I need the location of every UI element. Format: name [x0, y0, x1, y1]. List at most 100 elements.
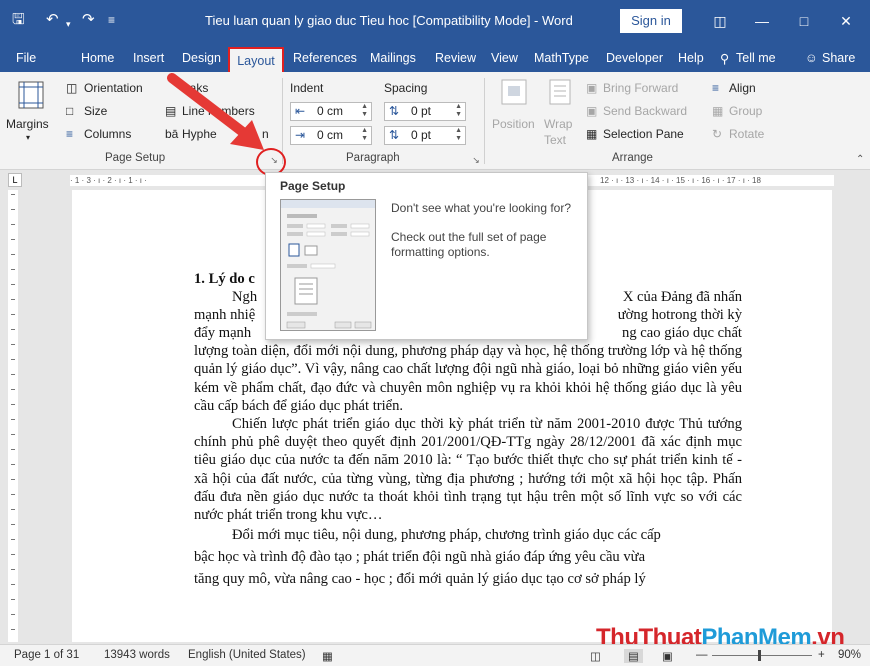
maximize-icon[interactable]: □ — [784, 6, 824, 36]
vruler-tick — [11, 509, 15, 510]
send-backward-button[interactable]: Send Backward — [603, 103, 687, 119]
close-icon[interactable]: ✕ — [826, 6, 866, 36]
zoom-slider-thumb[interactable] — [758, 650, 761, 661]
text-line: bậc học và trình độ đào tạo ; phát triển… — [194, 549, 646, 566]
vruler-tick — [11, 224, 15, 225]
vruler-tick — [11, 374, 15, 375]
paragraph-dialog-launcher-icon[interactable]: ↘ — [470, 154, 482, 166]
ribbon-tabs: File Home Insert Design Layout Reference… — [0, 44, 870, 72]
selection-pane-icon: ▦ — [586, 127, 598, 141]
vruler-tick — [11, 494, 15, 495]
ribbon: Margins ▾ ◫ Orientation □ Size ≡ Columns… — [0, 72, 870, 170]
ribbon-display-options-icon[interactable]: ◫ — [700, 6, 740, 36]
word-count[interactable]: 13943 words — [104, 649, 170, 661]
indent-left-input[interactable]: ⇤ 0 cm ▲ ▼ — [290, 102, 372, 121]
vruler-tick — [11, 329, 15, 330]
tooltip-title: Page Setup — [280, 179, 346, 193]
ruler-ticks-left: · 1 · 3 · ı · 2 · ı · 1 · ı · — [70, 176, 147, 185]
vruler-tick — [11, 209, 15, 210]
vruler-tick — [11, 584, 15, 585]
vruler-tick — [11, 194, 15, 195]
customize-toolbar-icon[interactable]: ≡ — [108, 10, 115, 30]
sign-in-button[interactable]: Sign in — [620, 9, 682, 33]
annotation-arrow — [167, 73, 264, 150]
spinner-icon[interactable]: ▲ ▼ — [361, 103, 368, 119]
tab-view[interactable]: View — [491, 51, 518, 65]
paragraph: lượng toàn diện, đổi mới nội dung, phươn… — [194, 343, 742, 414]
zoom-out-icon[interactable]: — — [696, 649, 708, 661]
share-icon[interactable]: ☺ — [805, 51, 818, 65]
vruler-tick — [11, 359, 15, 360]
share-button[interactable]: Share — [822, 51, 855, 65]
read-mode-icon[interactable]: ◫ — [590, 649, 601, 663]
zoom-slider[interactable] — [712, 655, 812, 656]
vruler-tick — [11, 299, 15, 300]
page-setup-tooltip: Page Setup Don't see what you're looking… — [265, 172, 588, 340]
vruler-tick — [11, 314, 15, 315]
lightbulb-search-icon[interactable]: ⚲ — [720, 51, 729, 66]
tab-mailings[interactable]: Mailings — [370, 51, 416, 65]
wrap-text-button[interactable]: Wrap Text — [542, 78, 582, 150]
bring-forward-button[interactable]: Bring Forward — [603, 80, 678, 96]
zoom-in-icon[interactable]: + — [818, 649, 825, 661]
minimize-icon[interactable]: — — [742, 6, 782, 36]
undo-icon[interactable]: ↶ — [46, 10, 59, 30]
text-fragment: Ngh — [232, 289, 258, 306]
margins-button[interactable]: Margins ▾ — [6, 80, 52, 146]
chevron-down-icon: ▾ — [26, 133, 31, 142]
columns-button[interactable]: Columns — [84, 126, 131, 142]
size-button[interactable]: Size — [84, 103, 107, 119]
tab-insert[interactable]: Insert — [133, 51, 164, 65]
arrange-group-label: Arrange — [612, 152, 653, 164]
spinner-icon[interactable]: ▲ ▼ — [455, 103, 462, 119]
wrap-text-icon — [549, 79, 571, 105]
wrap-text-label: Wrap — [544, 117, 573, 131]
orientation-icon: ◫ — [66, 81, 78, 95]
indent-left-value: 0 cm — [317, 104, 344, 118]
indent-right-input[interactable]: ⇥ 0 cm ▲ ▼ — [290, 126, 372, 145]
tab-layout[interactable]: Layout — [228, 47, 284, 72]
page-count[interactable]: Page 1 of 31 — [14, 649, 79, 661]
group-divider — [484, 78, 485, 164]
web-layout-icon[interactable]: ▣ — [662, 649, 673, 663]
tab-mathtype[interactable]: MathType — [534, 51, 589, 65]
size-icon: □ — [66, 104, 74, 118]
tab-review[interactable]: Review — [435, 51, 476, 65]
tab-file[interactable]: File — [16, 51, 36, 65]
vruler-tick — [11, 569, 15, 570]
tab-selector-icon[interactable]: L — [8, 173, 22, 187]
save-icon[interactable]: 🖫 — [12, 10, 25, 30]
paragraph: Chiến lược phát triển giáo dục thời kỳ p… — [194, 416, 742, 524]
indent-right-icon: ⇥ — [295, 128, 306, 142]
group-button[interactable]: Group — [729, 103, 762, 119]
tell-me-search[interactable]: Tell me — [736, 51, 776, 65]
spacing-after-input[interactable]: ⇅ 0 pt ▲ ▼ — [384, 126, 466, 145]
tab-home[interactable]: Home — [81, 51, 114, 65]
language-status[interactable]: English (United States) — [188, 649, 306, 661]
tab-references[interactable]: References — [293, 51, 357, 65]
spacing-label: Spacing — [384, 81, 428, 95]
print-layout-icon[interactable]: ▤ — [624, 649, 643, 663]
tab-design[interactable]: Design — [182, 51, 221, 65]
spacing-before-input[interactable]: ⇅ 0 pt ▲ ▼ — [384, 102, 466, 121]
vruler-tick — [11, 419, 15, 420]
orientation-button[interactable]: Orientation — [84, 80, 143, 96]
align-button[interactable]: Align — [729, 80, 756, 96]
spinner-icon[interactable]: ▲ ▼ — [455, 127, 462, 143]
spinner-icon[interactable]: ▲ ▼ — [361, 127, 368, 143]
rotate-button[interactable]: Rotate — [729, 126, 764, 142]
spacing-before-icon: ⇅ — [389, 104, 400, 118]
group-icon: ▦ — [712, 104, 724, 118]
redo-icon[interactable]: ↷ — [82, 10, 95, 30]
vruler-tick — [11, 269, 15, 270]
undo-dropdown-icon[interactable]: ▾ — [66, 14, 71, 34]
collapse-ribbon-icon[interactable]: ⌃ — [856, 152, 864, 168]
tab-help[interactable]: Help — [678, 51, 704, 65]
selection-pane-button[interactable]: Selection Pane — [603, 126, 684, 142]
vruler-tick — [11, 404, 15, 405]
title-bar: 🖫 ↶ ▾ ↷ ≡ Tieu luan quan ly giao duc Tie… — [0, 0, 870, 44]
proofing-icon[interactable]: ▦ — [322, 649, 333, 663]
tab-developer[interactable]: Developer — [606, 51, 663, 65]
position-button[interactable]: Position — [492, 78, 536, 148]
zoom-level[interactable]: 90% — [838, 649, 861, 661]
